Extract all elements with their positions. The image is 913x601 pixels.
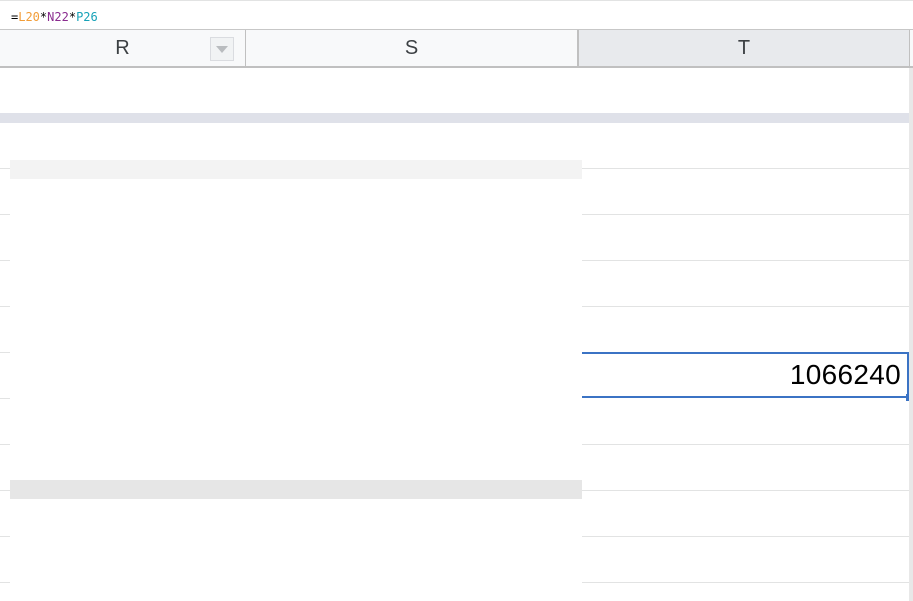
empty-cell-region[interactable]: [10, 123, 582, 160]
gridline: [0, 582, 10, 583]
formula-ref-n22: N22: [47, 10, 69, 24]
highlight-band: [10, 160, 582, 179]
gridline: [0, 398, 10, 399]
gridline: [582, 536, 910, 537]
gridline: [0, 306, 10, 307]
formula-ref-p26: P26: [76, 10, 98, 24]
gridline: [582, 582, 910, 583]
gridline: [582, 444, 910, 445]
gridline: [0, 214, 10, 215]
column-header-label: T: [737, 36, 751, 59]
vertical-scrollbar[interactable]: [909, 68, 913, 601]
highlight-band: [0, 113, 913, 123]
chevron-down-icon: [216, 45, 228, 53]
gridline: [582, 260, 910, 261]
column-header-label: S: [404, 36, 419, 59]
formula-input[interactable]: =L20*N22*P26: [11, 10, 98, 24]
spreadsheet-viewport: =L20*N22*P26 R S T 1066240: [0, 0, 913, 601]
highlight-band: [10, 480, 582, 499]
formula-ref-l20: L20: [18, 10, 40, 24]
formula-operator: *: [68, 10, 77, 24]
gridline: [0, 490, 10, 491]
empty-cell-region[interactable]: [10, 499, 582, 601]
column-header-t[interactable]: T: [578, 30, 910, 66]
gridline: [582, 214, 910, 215]
gridline: [0, 168, 10, 169]
gridline: [0, 444, 10, 445]
gridline: [582, 168, 910, 169]
formula-bar[interactable]: =L20*N22*P26: [0, 0, 913, 30]
selected-cell-t[interactable]: 1066240: [582, 352, 909, 398]
gridline: [0, 536, 10, 537]
cell-value: 1066240: [789, 359, 901, 390]
gridline: [582, 306, 910, 307]
gridline: [0, 260, 10, 261]
column-header-s[interactable]: S: [246, 30, 578, 66]
empty-cell-region[interactable]: [10, 179, 582, 480]
column-header-r[interactable]: R: [0, 30, 246, 66]
cell-grid[interactable]: 1066240: [0, 68, 913, 601]
gridline: [582, 490, 910, 491]
column-header-label: R: [115, 36, 130, 59]
column-header-row: R S T: [0, 30, 913, 68]
filter-dropdown-button[interactable]: [210, 37, 234, 61]
gridline: [0, 352, 10, 353]
